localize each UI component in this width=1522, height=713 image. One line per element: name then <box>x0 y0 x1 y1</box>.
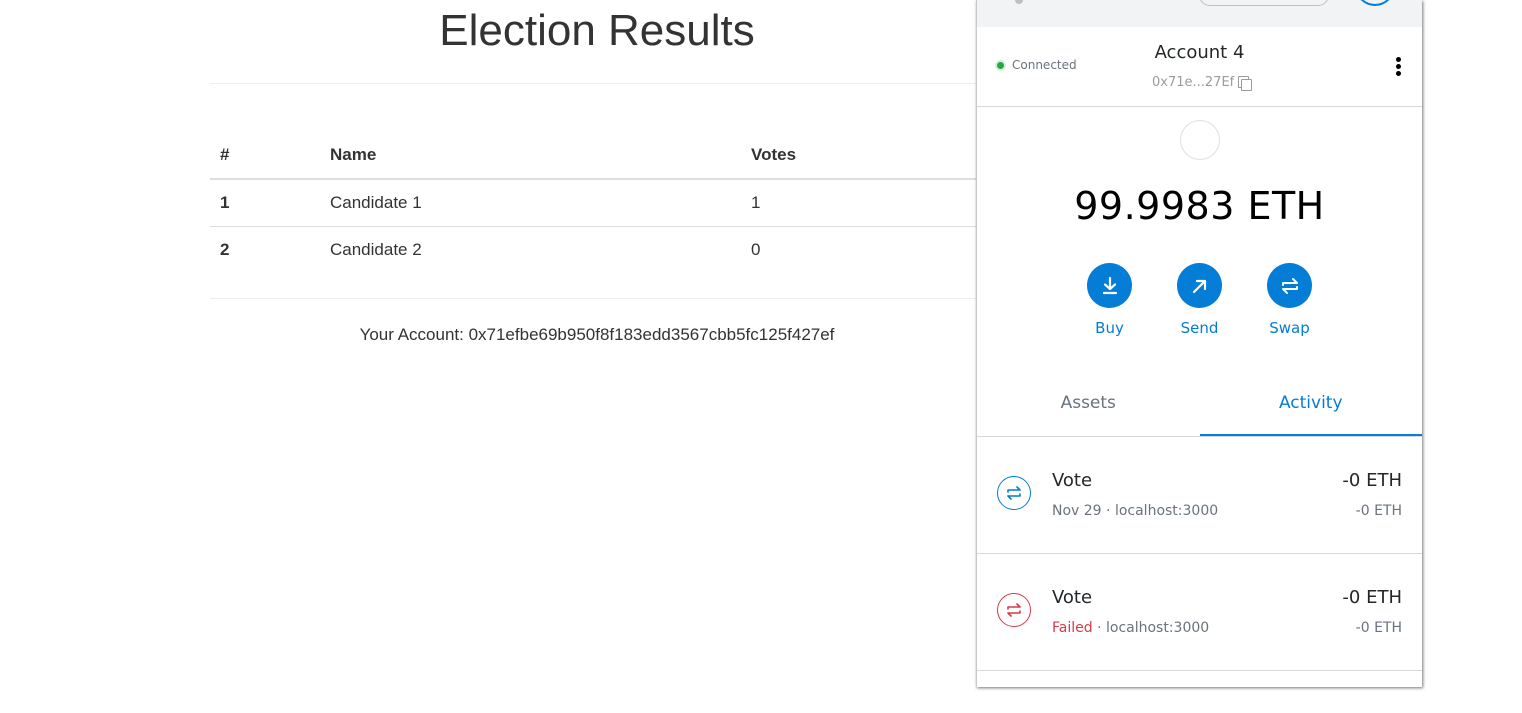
copy-address-button[interactable]: 0x71e...27Ef <box>1152 75 1253 91</box>
activity-subtitle: Failed · localhost:3000 <box>1052 620 1209 636</box>
activity-item[interactable]: Vote Failed · localhost:3000 -0 ETH -0 E… <box>977 554 1422 671</box>
swap-icon <box>1267 263 1312 308</box>
wallet-actions: Buy Send Swap <box>1087 263 1312 337</box>
account-menu-avatar[interactable] <box>1355 0 1395 6</box>
tab-assets[interactable]: Assets <box>977 373 1200 436</box>
title-divider <box>210 83 984 84</box>
account-name: Account 4 <box>1154 42 1245 63</box>
account-address-short: 0x71e...27Ef <box>1152 75 1235 90</box>
interaction-failed-icon <box>997 593 1031 627</box>
activity-date: Nov 29 <box>1052 503 1102 519</box>
activity-item[interactable]: Vote Nov 29 · localhost:3000 -0 ETH -0 E… <box>977 437 1422 554</box>
swap-label: Swap <box>1269 319 1310 337</box>
table-divider <box>210 298 984 299</box>
account-options-button[interactable] <box>1390 57 1406 77</box>
wallet-popup: Connected Account 4 0x71e...27Ef 99.9983… <box>976 0 1422 687</box>
candidate-name: Candidate 2 <box>320 226 741 273</box>
activity-separator: · <box>1101 503 1115 519</box>
download-icon <box>1087 263 1132 308</box>
vote-count: 0 <box>741 226 984 273</box>
buy-label: Buy <box>1095 319 1124 337</box>
activity-origin: localhost:3000 <box>1106 620 1210 636</box>
column-header-votes: Votes <box>741 132 984 180</box>
wallet-tabs: Assets Activity <box>977 373 1422 437</box>
tab-activity[interactable]: Activity <box>1199 373 1422 436</box>
send-button[interactable]: Send <box>1177 263 1222 337</box>
account-identicon <box>1180 120 1220 160</box>
activity-separator: · <box>1092 620 1106 636</box>
swap-button[interactable]: Swap <box>1267 263 1312 337</box>
activity-list: Vote Nov 29 · localhost:3000 -0 ETH -0 E… <box>977 437 1422 671</box>
row-number: 1 <box>220 193 230 212</box>
kebab-dot-icon <box>1395 64 1401 69</box>
table-row: 2 Candidate 2 0 <box>210 226 984 273</box>
activity-amount-secondary: -0 ETH <box>1355 620 1402 636</box>
column-header-number: # <box>210 132 320 180</box>
activity-origin: localhost:3000 <box>1114 503 1219 519</box>
table-header-row: # Name Votes <box>210 132 984 180</box>
account-bar: Connected Account 4 0x71e...27Ef <box>977 27 1422 107</box>
wallet-top-bar <box>977 0 1422 27</box>
column-header-name: Name <box>320 132 741 180</box>
candidate-name: Candidate 1 <box>330 193 422 212</box>
activity-title: Vote <box>1052 587 1093 608</box>
results-table: # Name Votes 1 Candidate 1 1 2 Candidate… <box>210 132 984 273</box>
copy-icon <box>1238 75 1253 91</box>
page-title: Election Results <box>439 6 755 55</box>
activity-amount: -0 ETH <box>1342 587 1402 608</box>
activity-subtitle: Nov 29 · localhost:3000 <box>1052 503 1218 519</box>
arrow-up-right-icon <box>1177 263 1222 308</box>
activity-title: Vote <box>1052 470 1093 491</box>
vote-count: 1 <box>751 193 761 212</box>
network-selector[interactable] <box>1199 0 1329 6</box>
kebab-dot-icon <box>1395 71 1401 76</box>
activity-amount-secondary: -0 ETH <box>1355 503 1402 519</box>
activity-failed-status: Failed <box>1052 620 1093 636</box>
wallet-logo-icon <box>1015 0 1023 4</box>
eth-balance: 99.9983 ETH <box>1074 184 1325 228</box>
row-number: 2 <box>210 226 320 273</box>
table-row: 1 Candidate 1 1 <box>210 179 984 227</box>
account-address-text: Your Account: 0x71efbe69b950f8f183edd356… <box>359 325 835 344</box>
send-label: Send <box>1180 319 1219 337</box>
interaction-icon <box>997 476 1031 510</box>
activity-amount: -0 ETH <box>1342 470 1402 491</box>
buy-button[interactable]: Buy <box>1087 263 1132 337</box>
kebab-dot-icon <box>1395 57 1401 62</box>
